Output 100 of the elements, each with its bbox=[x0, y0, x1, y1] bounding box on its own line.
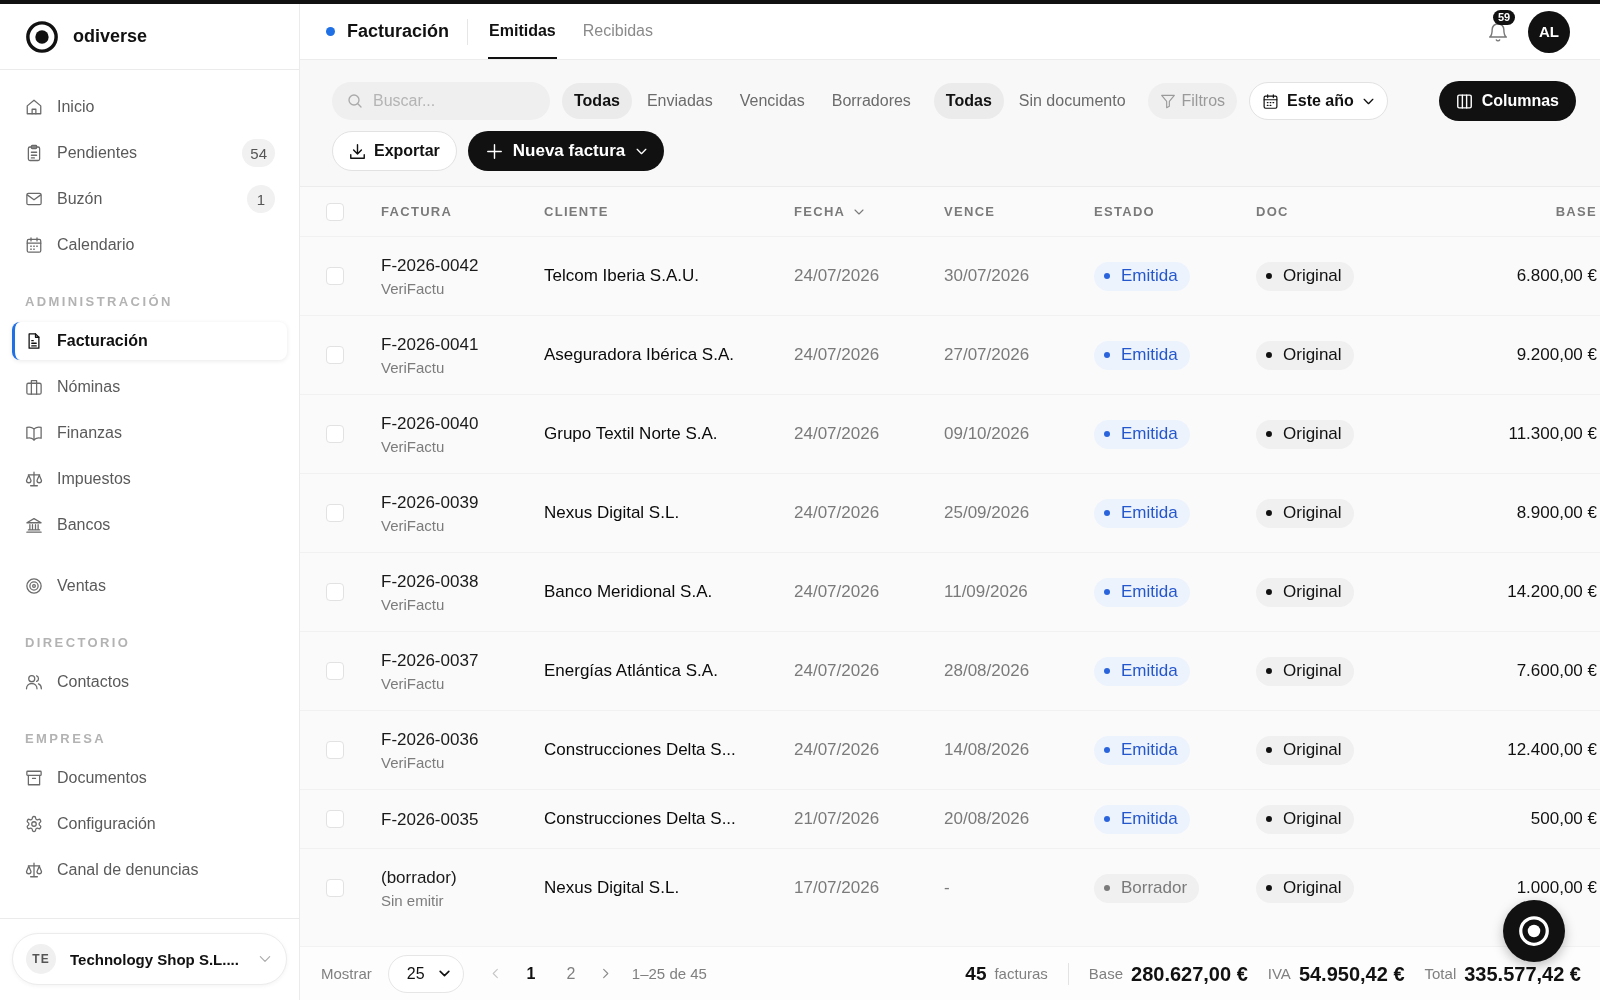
page-title: Facturación bbox=[347, 21, 450, 42]
amount: 7.600,00 € bbox=[1516, 661, 1597, 681]
notification-badge: 59 bbox=[1493, 9, 1516, 25]
total-value: 280.627,00 € bbox=[1131, 963, 1248, 984]
notifications-button[interactable] bbox=[1488, 21, 1508, 42]
column-header[interactable]: FECHA bbox=[794, 204, 846, 219]
document-type: Original bbox=[1283, 582, 1342, 602]
document-type: Original bbox=[1283, 809, 1342, 829]
document-type: Original bbox=[1283, 661, 1342, 681]
amount: 6.800,00 € bbox=[1516, 266, 1597, 286]
total-value: 335.577,42 € bbox=[1464, 963, 1581, 984]
total-label: Total bbox=[1424, 963, 1457, 984]
page-button[interactable]: 2 bbox=[555, 958, 586, 989]
invoice-subtitle: VeriFactu bbox=[381, 436, 446, 456]
invoice-number: F-2026-0038 bbox=[381, 570, 480, 592]
invoice-number: F-2026-0041 bbox=[381, 333, 480, 355]
nav-item[interactable]: Impuestos bbox=[12, 460, 287, 498]
filter-chip[interactable]: Vencidas bbox=[727, 83, 817, 119]
dot-icon bbox=[1266, 352, 1272, 358]
dot-icon bbox=[1266, 589, 1272, 595]
column-header[interactable]: FACTURA bbox=[381, 204, 453, 219]
column-header[interactable]: VENCE bbox=[944, 204, 996, 219]
document-type: Original bbox=[1283, 878, 1342, 898]
issue-date: 24/07/2026 bbox=[794, 582, 881, 602]
row-checkbox[interactable] bbox=[326, 879, 344, 897]
dot-icon bbox=[1266, 816, 1272, 822]
row-checkbox[interactable] bbox=[326, 662, 344, 680]
nav-item[interactable]: Canal de denuncias bbox=[12, 851, 287, 889]
row-checkbox[interactable] bbox=[326, 504, 344, 522]
due-date: - bbox=[944, 878, 951, 898]
nav-item[interactable]: Configuración bbox=[12, 805, 287, 843]
export-button[interactable]: Exportar bbox=[332, 131, 457, 171]
document-type: Original bbox=[1283, 740, 1342, 760]
page-button[interactable]: 1 bbox=[515, 958, 546, 989]
count-badge: 1 bbox=[247, 185, 275, 213]
nav-item[interactable]: Pendientes bbox=[12, 134, 243, 172]
search-icon bbox=[347, 93, 363, 109]
status-dot-icon bbox=[1104, 431, 1110, 437]
amount: 1.000,00 € bbox=[1516, 878, 1597, 898]
document-type: Original bbox=[1283, 503, 1342, 523]
invoice-subtitle: VeriFactu bbox=[381, 752, 446, 772]
invoice-number: F-2026-0035 bbox=[381, 808, 480, 830]
status-dot-icon bbox=[1104, 273, 1110, 279]
client-name: Energías Atlántica S.A. bbox=[544, 661, 719, 681]
client-name: Telcom Iberia S.A.U. bbox=[544, 266, 700, 286]
issue-date: 21/07/2026 bbox=[794, 809, 881, 829]
bank-icon bbox=[25, 516, 43, 534]
amount: 8.900,00 € bbox=[1516, 503, 1597, 523]
company-switcher[interactable]: TE Technology Shop S.L.... bbox=[12, 933, 287, 985]
filter-chip[interactable]: Enviadas bbox=[634, 83, 725, 119]
column-header[interactable]: CLIENTE bbox=[544, 204, 609, 219]
nav-item[interactable]: Ventas bbox=[12, 567, 287, 605]
row-checkbox[interactable] bbox=[326, 267, 344, 285]
invoice-subtitle: VeriFactu bbox=[381, 594, 446, 614]
columns-button[interactable]: Columnas bbox=[1438, 81, 1576, 121]
people-icon bbox=[25, 673, 43, 691]
filter-chip[interactable]: Todas bbox=[562, 83, 632, 119]
nav-item[interactable]: Buzón bbox=[12, 180, 247, 218]
period-dropdown[interactable]: Este año bbox=[1249, 82, 1388, 120]
dot-icon bbox=[1266, 885, 1272, 891]
nav-item[interactable]: Facturación bbox=[12, 322, 287, 360]
tab[interactable]: Recibidas bbox=[581, 4, 654, 59]
nav-item[interactable]: Calendario bbox=[12, 226, 287, 264]
row-checkbox[interactable] bbox=[326, 425, 344, 443]
filter-chip[interactable]: Todas bbox=[933, 83, 1004, 119]
row-checkbox[interactable] bbox=[326, 583, 344, 601]
search-field[interactable]: Buscar... bbox=[332, 82, 550, 120]
row-checkbox[interactable] bbox=[326, 741, 344, 759]
filter-chip[interactable]: Sin documento bbox=[1006, 83, 1138, 119]
nav-item[interactable]: Bancos bbox=[12, 506, 287, 544]
row-checkbox[interactable] bbox=[326, 346, 344, 364]
invoice-subtitle: VeriFactu bbox=[381, 515, 446, 535]
nav-item[interactable]: Contactos bbox=[12, 663, 287, 701]
book-icon bbox=[25, 424, 43, 442]
funnel-icon bbox=[1159, 93, 1176, 109]
select-all-checkbox[interactable] bbox=[326, 202, 344, 221]
invoice-number: F-2026-0040 bbox=[381, 412, 480, 434]
amount: 9.200,00 € bbox=[1516, 345, 1597, 365]
row-checkbox[interactable] bbox=[326, 810, 344, 828]
column-header[interactable]: DOC bbox=[1256, 204, 1289, 219]
due-date: 27/07/2026 bbox=[944, 345, 1031, 365]
nav-item[interactable]: Inicio bbox=[12, 88, 287, 126]
column-header[interactable]: BASE bbox=[1555, 204, 1597, 219]
new-invoice-button[interactable]: Nueva factura bbox=[467, 131, 665, 171]
nav-item[interactable]: Documentos bbox=[12, 759, 287, 797]
client-name: Construcciones Delta S... bbox=[544, 740, 737, 760]
issue-date: 17/07/2026 bbox=[794, 878, 881, 898]
page-size-select[interactable]: 25 bbox=[387, 954, 464, 993]
column-header[interactable]: ESTADO bbox=[1094, 204, 1155, 219]
status-dot-icon bbox=[1104, 747, 1110, 753]
amount: 12.400,00 € bbox=[1507, 740, 1597, 760]
status-text: Borrador bbox=[1121, 878, 1188, 898]
nav-item[interactable]: Nóminas bbox=[12, 368, 287, 406]
nav-item[interactable]: Finanzas bbox=[12, 414, 287, 452]
user-avatar[interactable]: AL bbox=[1528, 10, 1570, 53]
home-icon bbox=[25, 98, 43, 116]
filter-chip[interactable]: Borradores bbox=[819, 83, 923, 119]
calendar-icon bbox=[25, 236, 43, 254]
due-date: 14/08/2026 bbox=[944, 740, 1031, 760]
download-icon bbox=[349, 142, 366, 160]
